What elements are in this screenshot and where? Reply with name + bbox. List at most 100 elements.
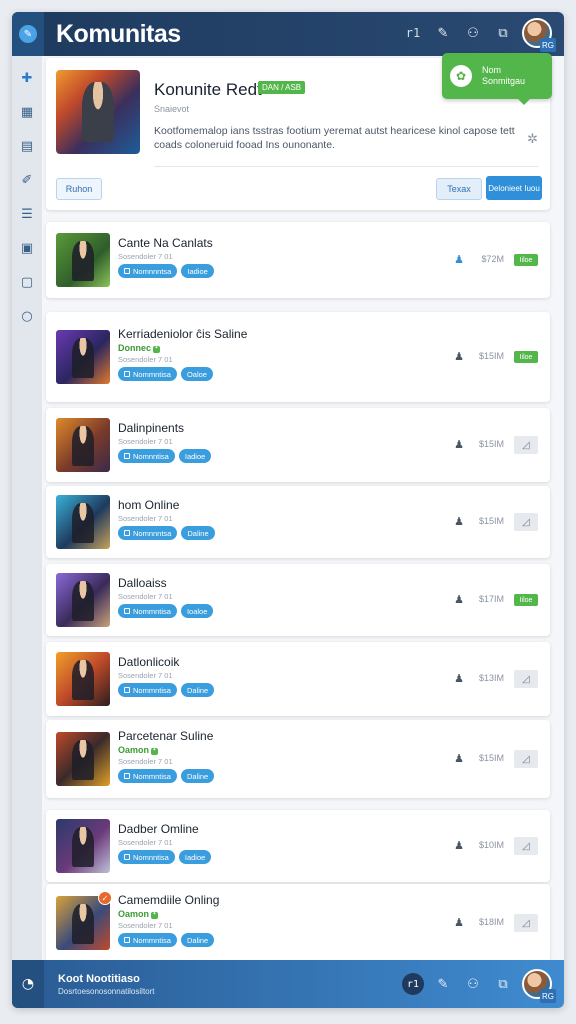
status-toggle-icon[interactable]: ◿ xyxy=(514,670,538,688)
tag-chip[interactable]: Daline xyxy=(180,769,215,783)
tag-chip[interactable]: Iadioe xyxy=(178,850,212,864)
share-icon[interactable]: ⧉ xyxy=(492,973,514,995)
item-title[interactable]: Dalloaiss xyxy=(118,576,167,590)
tag-chip[interactable]: Nommntisa xyxy=(118,604,177,618)
item-title[interactable]: hom Online xyxy=(118,498,179,512)
primary-action-button[interactable]: Delonieet Iuou xyxy=(486,176,542,200)
community-thumbnail[interactable] xyxy=(56,732,110,786)
tag-chip[interactable]: Daline xyxy=(180,933,215,947)
app-frame: ✎ Komunitas r1 ✎ ⚇ ⧉ RG ✚ ▦ ▤ ✐ ☰ ▣ ▢ ○ … xyxy=(12,12,564,1008)
item-subtitle: Sosendoler 7 01 xyxy=(118,355,173,364)
pen-icon[interactable]: ✎ xyxy=(432,22,454,44)
avatar-tag: RG xyxy=(540,38,556,52)
table-icon[interactable]: ▤ xyxy=(19,138,35,154)
status-badge[interactable]: Iiloe xyxy=(514,351,538,363)
list-item[interactable]: Dalloaiss Sosendoler 7 01 Nommntisa Ioaloe ♟… xyxy=(46,564,550,636)
tag-chip[interactable]: Iadioe xyxy=(181,264,214,278)
tag-icon xyxy=(124,773,130,779)
item-title[interactable]: Parcetenar Suline xyxy=(118,729,213,743)
item-title[interactable]: Cante Na Canlats xyxy=(118,236,213,250)
tag-chip[interactable]: Oaloe xyxy=(180,367,213,381)
puzzle-icon[interactable]: ✚ xyxy=(19,70,35,86)
list-item[interactable]: Dadber Omline Sosendoler 7 01 Nomnntisa Iad… xyxy=(46,810,550,882)
grid-icon[interactable]: ▦ xyxy=(19,104,35,120)
tag-chip[interactable]: Nomnntisa xyxy=(118,449,175,463)
app-header: ✎ Komunitas r1 ✎ ⚇ ⧉ RG xyxy=(12,12,564,56)
member-icon: ♟ xyxy=(454,593,464,606)
status-toggle-icon[interactable]: ◿ xyxy=(514,914,538,932)
compass-icon[interactable]: ◔ xyxy=(12,960,44,1008)
item-value: $15IM xyxy=(478,516,504,526)
app-logo[interactable]: ✎ xyxy=(12,12,44,56)
tag-chip[interactable]: Daline xyxy=(180,683,215,697)
counter-icon[interactable]: r1 xyxy=(402,973,424,995)
tag-icon xyxy=(124,937,130,943)
list-item[interactable]: Dalinpinents Sosendoler 7 01 Nomnntisa Iadi… xyxy=(46,408,550,482)
status-badge[interactable]: Iiloe xyxy=(514,594,538,606)
footer-subtitle: Dosrtoesonosonnatilosiltort xyxy=(58,986,155,996)
item-highlight: Donnec ᐩ xyxy=(118,343,160,353)
tooltip-line-1: Nom xyxy=(482,65,502,75)
item-title[interactable]: Kerriadeniolor ĉis Saline xyxy=(118,327,247,341)
tag-label: Nommntisa xyxy=(133,369,171,379)
header-actions: r1 ✎ ⚇ ⧉ RG xyxy=(402,18,556,52)
settings-icon[interactable]: ✲ xyxy=(527,132,538,147)
item-value: $10IM xyxy=(478,840,504,850)
member-icon: ♟ xyxy=(454,515,464,528)
user-avatar[interactable]: RG xyxy=(522,18,556,52)
tag-chip[interactable]: Ioaloe xyxy=(180,604,214,618)
item-tags: Nommntisa Daline xyxy=(118,769,215,783)
tag-chip[interactable]: Nommntisa xyxy=(118,367,177,381)
item-title[interactable]: Dadber Omline xyxy=(118,822,199,836)
community-thumbnail[interactable] xyxy=(56,330,110,384)
tag-chip[interactable]: Nommntisa xyxy=(118,769,177,783)
community-thumbnail[interactable] xyxy=(56,573,110,627)
list-item[interactable]: Kerriadeniolor ĉis Saline Donnec ᐩ Sosendol… xyxy=(46,312,550,402)
tag-chip[interactable]: Iadioe xyxy=(178,449,212,463)
community-thumbnail[interactable] xyxy=(56,495,110,549)
users-icon[interactable]: ⚇ xyxy=(462,22,484,44)
item-title[interactable]: Camemdiile Onling xyxy=(118,893,219,907)
status-badge[interactable]: Iiloe xyxy=(514,254,538,266)
community-thumbnail[interactable] xyxy=(56,819,110,873)
item-title[interactable]: Datlonlicoik xyxy=(118,655,179,669)
users-icon[interactable]: ⚇ xyxy=(462,973,484,995)
community-thumbnail[interactable] xyxy=(56,233,110,287)
featured-thumbnail[interactable] xyxy=(56,70,140,154)
image-icon[interactable]: ▢ xyxy=(19,274,35,290)
pen-icon[interactable]: ✎ xyxy=(432,973,454,995)
tag-chip[interactable]: Nomnnntsa xyxy=(118,264,178,278)
highlight-mini-badge: ᐩ xyxy=(151,748,158,755)
community-thumbnail[interactable] xyxy=(56,652,110,706)
status-toggle-icon[interactable]: ◿ xyxy=(514,513,538,531)
list-icon[interactable]: ☰ xyxy=(19,206,35,222)
share-icon[interactable]: ⧉ xyxy=(492,22,514,44)
member-icon: ♟ xyxy=(454,839,464,852)
counter-icon[interactable]: r1 xyxy=(402,22,424,44)
tag-chip[interactable]: Nommntisa xyxy=(118,683,177,697)
texax-button[interactable]: Texax xyxy=(436,178,482,200)
tag-chip[interactable]: Daline xyxy=(181,526,215,540)
tag-chip[interactable]: Nomnntisa xyxy=(118,850,175,864)
notification-tooltip[interactable]: ✿ Nom Sonmitgau xyxy=(442,53,552,105)
community-thumbnail[interactable] xyxy=(56,418,110,472)
list-item[interactable]: Datlonlicoik Sosendoler 7 01 Nommntisa Dali… xyxy=(46,642,550,716)
item-value: $15IM xyxy=(478,439,504,449)
tag-icon xyxy=(124,268,130,274)
item-subtitle: Sosendoler 7 01 xyxy=(118,671,173,680)
tag-chip[interactable]: Nommntisa xyxy=(118,933,177,947)
status-toggle-icon[interactable]: ◿ xyxy=(514,750,538,768)
status-toggle-icon[interactable]: ◿ xyxy=(514,436,538,454)
user-avatar[interactable]: RG xyxy=(522,969,556,1003)
pin-icon[interactable]: ✐ xyxy=(19,172,35,188)
list-item[interactable]: hom Online Sosendoler 7 01 Nomnnntsa Daline… xyxy=(46,486,550,558)
tag-chip[interactable]: Nomnnntsa xyxy=(118,526,178,540)
item-title[interactable]: Dalinpinents xyxy=(118,421,184,435)
ruhon-button[interactable]: Ruhon xyxy=(56,178,102,200)
list-item[interactable]: ✓ Camemdiile Onling Oamon ᐩ Sosendoler 7 01 N… xyxy=(46,884,550,962)
list-item[interactable]: Cante Na Canlats Sosendoler 7 01 Nomnnntsa… xyxy=(46,222,550,298)
status-toggle-icon[interactable]: ◿ xyxy=(514,837,538,855)
calendar-icon[interactable]: ▣ xyxy=(19,240,35,256)
list-item[interactable]: Parcetenar Suline Oamon ᐩ Sosendoler 7 01 No… xyxy=(46,720,550,798)
circle-icon[interactable]: ○ xyxy=(19,308,35,324)
